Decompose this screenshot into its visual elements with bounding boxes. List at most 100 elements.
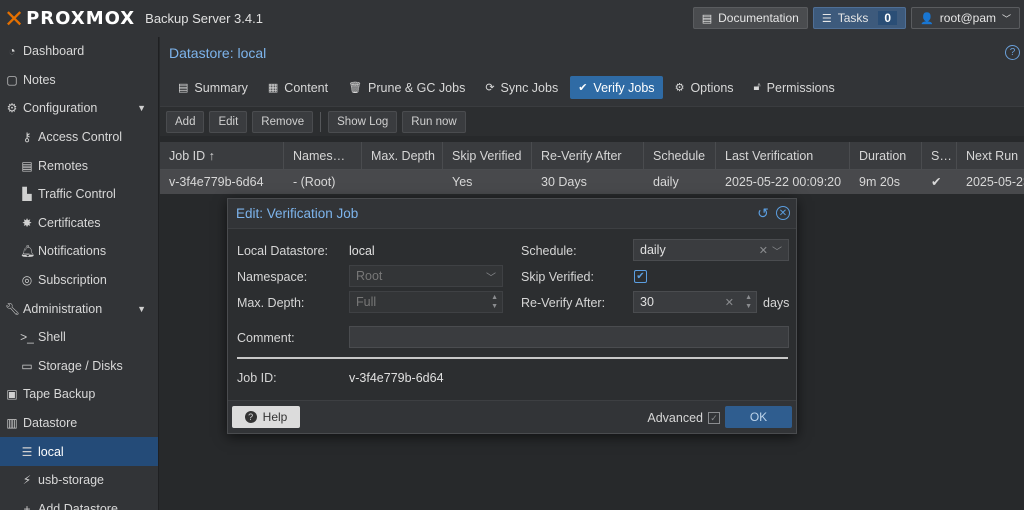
cell-reverify-after: 30 Days xyxy=(541,175,587,189)
advanced-checkbox[interactable]: ✓ xyxy=(708,412,720,424)
notes-icon: ▢ xyxy=(6,72,18,87)
section-divider xyxy=(237,357,788,359)
check-circle-icon: ✔ xyxy=(578,82,588,94)
sidebar-item-datastore[interactable]: ▥ Datastore xyxy=(0,409,158,438)
table-row[interactable]: v-3f4e779b-6d64 - (Root) Yes 30 Days dai… xyxy=(160,170,1024,194)
gears-icon: ⚙ xyxy=(6,101,18,116)
logo-text: PROXMOX xyxy=(26,8,136,29)
skip-verified-checkbox[interactable]: ✔ xyxy=(634,270,647,283)
column-max-depth[interactable]: Max. Depth xyxy=(362,141,443,170)
column-skip-verified[interactable]: Skip Verified xyxy=(443,141,532,170)
sidebar-item-add-datastore[interactable]: + Add Datastore xyxy=(0,495,158,510)
add-button[interactable]: Add xyxy=(166,110,205,133)
top-bar: ✕ PROXMOX Backup Server 3.4.1 ▤ Document… xyxy=(0,0,1024,37)
namespace-select[interactable]: Root ﹀ xyxy=(349,265,503,287)
column-job-id[interactable]: Job ID ↑ xyxy=(160,141,284,170)
database-icon: ☰ xyxy=(21,444,33,459)
support-icon: ◎ xyxy=(21,273,33,288)
trash-icon: 🗑︎ xyxy=(348,82,363,94)
reverify-after-stepper[interactable]: 30 ✕ ▲ ▼ xyxy=(633,291,757,313)
user-menu-button[interactable]: 👤 root@pam ﹀ xyxy=(911,7,1020,29)
terminal-icon: >_ xyxy=(20,330,34,345)
comment-field[interactable] xyxy=(349,326,789,348)
sidebar-item-subscription[interactable]: ◎ Subscription xyxy=(0,266,158,295)
sidebar-item-traffic-control[interactable]: ▙ Traffic Control xyxy=(0,180,158,209)
status-ok-icon: ✔ xyxy=(931,175,942,189)
spinner-icon[interactable]: ▲ ▼ xyxy=(745,293,752,311)
tab-options[interactable]: ⚙ Options xyxy=(667,76,742,99)
cell-duration: 9m 20s xyxy=(859,175,900,189)
tasks-button[interactable]: ☰ Tasks 0 xyxy=(812,7,907,29)
chevron-down-icon[interactable]: ﹀ xyxy=(772,243,782,258)
sidebar-item-certificates[interactable]: ✸ Certificates xyxy=(0,209,158,238)
sidebar-item-local[interactable]: ☰ local xyxy=(0,437,158,466)
close-icon[interactable]: ✕ xyxy=(776,206,790,220)
column-namespace[interactable]: Names… xyxy=(284,141,362,170)
clear-icon[interactable]: ✕ xyxy=(759,244,768,257)
toolbar-separator xyxy=(320,111,322,132)
sidebar-item-remotes[interactable]: ▤ Remotes xyxy=(0,151,158,180)
user-icon: 👤 xyxy=(920,12,934,25)
sidebar-item-dashboard[interactable]: ◔ Dashboard xyxy=(0,37,158,66)
sidebar-item-configuration[interactable]: ⚙ Configuration ▼ xyxy=(0,94,158,123)
ok-button[interactable]: OK xyxy=(725,406,792,428)
caret-down-icon: ▼ xyxy=(137,103,146,114)
show-log-button[interactable]: Show Log xyxy=(328,110,398,133)
hdd-icon: ▭ xyxy=(21,358,33,373)
spinner-icon[interactable]: ▲ ▼ xyxy=(491,293,498,311)
run-now-button[interactable]: Run now xyxy=(402,110,466,133)
reset-icon[interactable]: ↺ xyxy=(756,205,770,221)
sidebar-item-storage-disks[interactable]: ▭ Storage / Disks xyxy=(0,352,158,381)
question-icon: ? xyxy=(244,411,257,423)
edit-button[interactable]: Edit xyxy=(209,110,248,133)
column-schedule[interactable]: Schedule xyxy=(644,141,716,170)
proxmox-logo: ✕ PROXMOX xyxy=(4,0,135,37)
cell-schedule: daily xyxy=(653,175,679,189)
column-status[interactable]: S… xyxy=(922,141,957,170)
column-next-run[interactable]: Next Run xyxy=(957,142,1024,170)
caret-down-icon: ▼ xyxy=(137,303,146,314)
plug-icon: ⚡︎ xyxy=(22,473,32,488)
edit-verification-job-dialog: Edit: Verification Job ↺ ✕ Local Datasto… xyxy=(227,198,797,434)
job-id-label: Job ID: xyxy=(237,371,277,385)
sidebar-item-tape-backup[interactable]: ▣ Tape Backup xyxy=(0,380,158,409)
proxmox-x-icon: ✕ xyxy=(4,4,25,33)
tab-content[interactable]: ▦ Content xyxy=(260,76,336,99)
reverify-unit: days xyxy=(763,296,790,310)
refresh-icon: ⟳ xyxy=(485,82,495,94)
sidebar-item-usb-storage[interactable]: ⚡︎ usb-storage xyxy=(0,466,158,495)
sidebar-item-administration[interactable]: 🔧︎ Administration ▼ xyxy=(0,294,158,323)
tab-prune-gc-jobs[interactable]: 🗑︎ Prune & GC Jobs xyxy=(340,76,473,99)
server-icon: ▤ xyxy=(21,158,33,173)
cell-next-run: 2025-05-23 xyxy=(966,175,1024,189)
wrench-icon: 🔧︎ xyxy=(5,301,21,316)
sidebar-item-access-control[interactable]: ⚷ Access Control xyxy=(0,123,158,152)
skip-verified-label: Skip Verified: xyxy=(521,270,594,284)
sidebar-nav: ◔ Dashboard ▢ Notes ⚙ Configuration ▼ ⚷ Acces… xyxy=(0,37,159,510)
tab-bar: ▤ Summary ▦ Content 🗑︎ Prune & GC Jobs ⟳ Syn… xyxy=(160,69,1024,106)
dialog-footer: ? Help Advanced ✓ OK xyxy=(228,400,796,433)
archive-icon: ▥ xyxy=(6,416,18,431)
clear-icon[interactable]: ✕ xyxy=(725,296,734,309)
tape-icon: ▣ xyxy=(6,387,18,402)
tab-verify-jobs[interactable]: ✔ Verify Jobs xyxy=(570,76,663,99)
column-last-verification[interactable]: Last Verification xyxy=(716,141,850,170)
bell-icon: 🔔︎ xyxy=(20,244,36,259)
remove-button[interactable]: Remove xyxy=(252,110,314,133)
tab-summary[interactable]: ▤ Summary xyxy=(170,76,256,99)
advanced-toggle[interactable]: Advanced ✓ xyxy=(647,411,720,425)
sidebar-item-shell[interactable]: >_ Shell xyxy=(0,323,158,352)
tab-sync-jobs[interactable]: ⟳ Sync Jobs xyxy=(477,76,566,99)
max-depth-stepper[interactable]: Full ▲ ▼ xyxy=(349,291,503,313)
column-duration[interactable]: Duration xyxy=(850,141,922,170)
documentation-button[interactable]: ▤ Documentation xyxy=(692,7,808,29)
help-icon[interactable]: ? xyxy=(1005,45,1020,60)
grid-header: Job ID ↑ Names… Max. Depth Skip Verified… xyxy=(160,141,1024,170)
help-button[interactable]: ? Help xyxy=(232,406,300,428)
sidebar-item-notifications[interactable]: 🔔︎ Notifications xyxy=(0,237,158,266)
tab-permissions[interactable]: 🔓︎ Permissions xyxy=(746,76,843,99)
schedule-combobox[interactable]: daily ✕ ﹀ xyxy=(633,239,789,261)
page-title: Datastore: local xyxy=(160,37,1024,69)
column-reverify-after[interactable]: Re-Verify After xyxy=(532,141,644,170)
sidebar-item-notes[interactable]: ▢ Notes xyxy=(0,66,158,95)
